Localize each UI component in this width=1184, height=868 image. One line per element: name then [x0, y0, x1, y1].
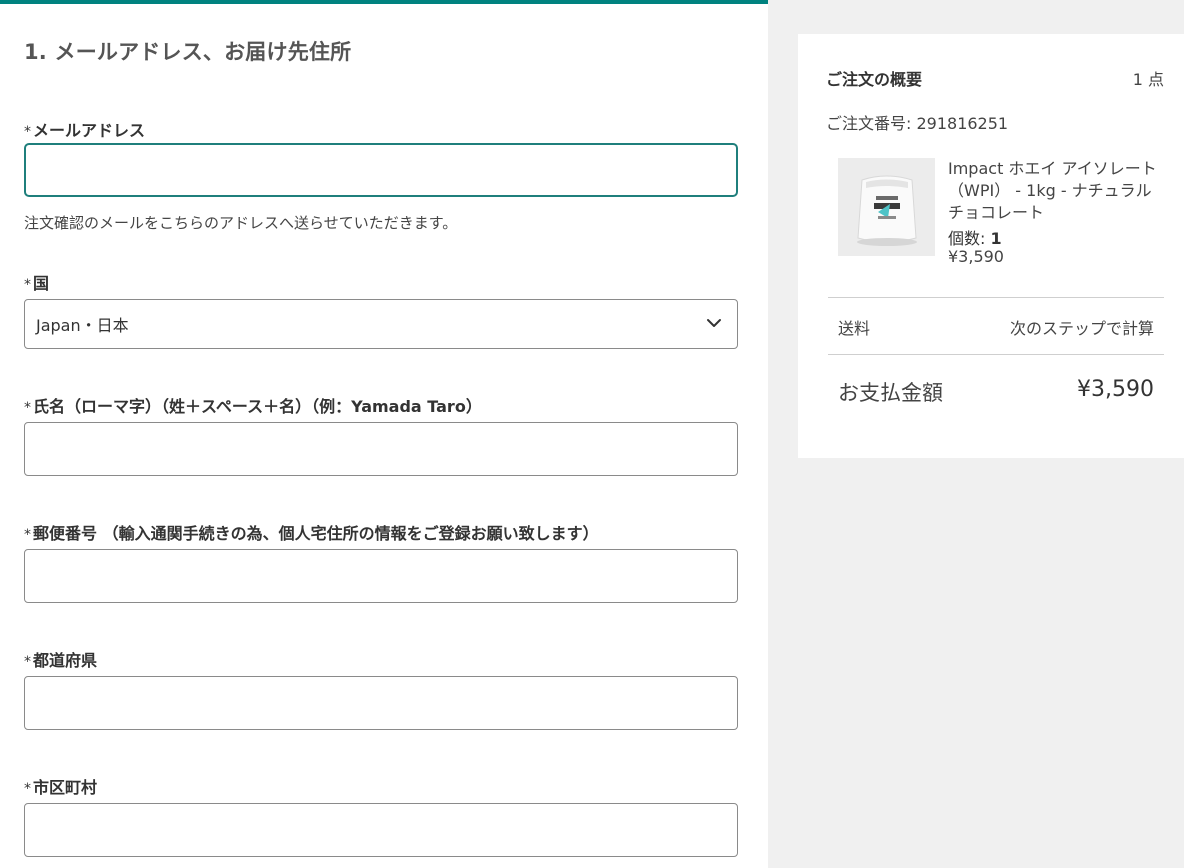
chevron-down-icon [707, 319, 721, 327]
product-name: Impact ホエイ アイソレート （WPI） - 1kg - ナチュラルチョコ… [948, 159, 1157, 222]
total-label: お支払金額 [838, 381, 943, 405]
prefecture-label: * 都道府県 [24, 647, 97, 671]
whey-pouch-icon [838, 158, 935, 256]
product-quantity: 個数: 1 [948, 225, 1002, 249]
required-mark: * [24, 124, 31, 140]
product-image [838, 158, 935, 256]
required-mark: * [24, 527, 31, 543]
city-label: * 市区町村 [24, 774, 97, 798]
country-label-text: 国 [33, 274, 50, 293]
required-mark: * [24, 400, 31, 416]
shipping-value: 次のステップで計算 [1009, 319, 1154, 338]
total-value: ¥3,590 [1077, 377, 1154, 402]
item-count: 1 点 [1132, 70, 1164, 89]
name-label: * 氏名（ローマ字）（姓＋スペース＋名）（例：Yamada Taro） [24, 393, 482, 417]
email-label-text: メールアドレス [33, 121, 146, 140]
country-select[interactable]: Japan・日本 [24, 299, 738, 349]
shipping-label: 送料 [838, 319, 871, 338]
section-title: 1. メールアドレス、お届け先住所 [24, 40, 352, 64]
postal-code-label-text: 郵便番号 （輸入通関手続きの為、個人宅住所の情報をご登録お願い致します） [33, 524, 599, 543]
email-input[interactable] [24, 143, 738, 197]
order-number: ご注文番号: 291816251 [826, 114, 1009, 133]
city-label-text: 市区町村 [33, 778, 98, 797]
prefecture-label-text: 都道府県 [33, 651, 98, 670]
product-price: ¥3,590 [948, 247, 1004, 266]
postal-code-label: * 郵便番号 （輸入通関手続きの為、個人宅住所の情報をご登録お願い致します） [24, 520, 599, 544]
order-summary-panel: ご注文の概要 1 点 ご注文番号: 291816251 Impact ホエイ ア… [798, 34, 1184, 458]
required-mark: * [24, 781, 31, 797]
required-mark: * [24, 654, 31, 670]
country-label: * 国 [24, 270, 49, 294]
summary-divider [828, 297, 1164, 298]
name-label-text: 氏名（ローマ字）（姓＋スペース＋名）（例：Yamada Taro） [33, 397, 482, 416]
quantity-label: 個数: [948, 229, 991, 248]
checkout-form-panel: 1. メールアドレス、お届け先住所 * メールアドレス 注文確認のメールをこちらの… [0, 0, 768, 868]
city-input[interactable] [24, 803, 738, 857]
order-summary-title: ご注文の概要 [826, 70, 923, 89]
email-helper-text: 注文確認のメールをこちらのアドレスへ送らせていただきます。 [24, 214, 458, 232]
required-mark: * [24, 277, 31, 293]
name-input[interactable] [24, 422, 738, 476]
quantity-value: 1 [990, 229, 1002, 248]
summary-divider [828, 354, 1164, 355]
country-selected-value: Japan・日本 [36, 316, 129, 335]
email-label: * メールアドレス [24, 117, 145, 141]
postal-code-input[interactable] [24, 549, 738, 603]
prefecture-input[interactable] [24, 676, 738, 730]
